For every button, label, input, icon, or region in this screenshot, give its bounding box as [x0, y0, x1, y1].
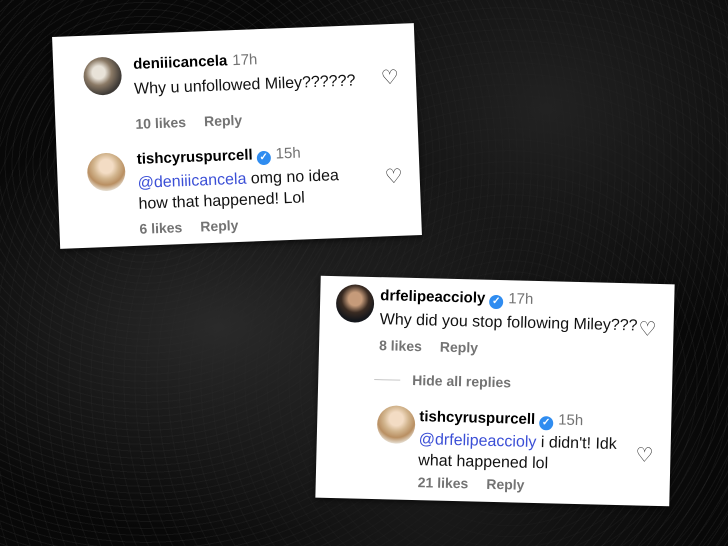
verified-badge-icon: ✓: [538, 416, 554, 431]
likes-count[interactable]: 21 likes: [418, 474, 469, 491]
username[interactable]: tishcyruspurcell ✓ 15h: [136, 145, 301, 170]
comment-meta: 10 likes Reply: [135, 112, 242, 132]
mention-link[interactable]: @drfelipeaccioly: [419, 431, 537, 451]
divider: [374, 379, 401, 381]
avatar[interactable]: [82, 56, 123, 96]
comment-text: Why did you stop following Miley???: [379, 311, 638, 335]
comment-meta: 8 likes Reply: [379, 337, 478, 355]
reply-button[interactable]: Reply: [204, 112, 243, 129]
heart-icon[interactable]: ♡: [637, 318, 657, 340]
likes-count[interactable]: 10 likes: [135, 114, 186, 132]
username[interactable]: drfelipeaccioly ✓ 17h: [380, 287, 534, 310]
reply-text: @deniiicancela omg no idea how that happ…: [137, 167, 340, 213]
reply-button[interactable]: Reply: [486, 476, 525, 493]
avatar[interactable]: [335, 284, 375, 324]
comment-card-1: deniiicancela 17h Why u unfollowed Miley?…: [52, 23, 422, 249]
reply-meta: 21 likes Reply: [418, 474, 525, 493]
heart-icon[interactable]: ♡: [380, 67, 401, 90]
reply-meta: 6 likes Reply: [139, 217, 238, 237]
likes-count[interactable]: 8 likes: [379, 337, 422, 354]
mention-link[interactable]: @deniiicancela: [137, 171, 246, 192]
verified-badge-icon: ✓: [489, 294, 504, 310]
heart-icon[interactable]: ♡: [634, 444, 654, 466]
comment-card-2: drfelipeaccioly ✓ 17h Why did you stop fol…: [315, 275, 675, 507]
timestamp: 15h: [557, 411, 584, 430]
reply-button[interactable]: Reply: [200, 217, 239, 234]
hide-replies-toggle[interactable]: Hide all replies: [374, 371, 511, 390]
timestamp: 17h: [508, 290, 534, 308]
comment-text: Why u unfollowed Miley??????: [133, 72, 356, 98]
avatar[interactable]: [86, 152, 127, 192]
timestamp: 17h: [231, 51, 258, 70]
likes-count[interactable]: 6 likes: [139, 219, 182, 237]
reply-button[interactable]: Reply: [440, 339, 479, 356]
reply-text: @drfelipeaccioly i didn't! Idk what happ…: [418, 431, 617, 473]
heart-icon[interactable]: ♡: [383, 166, 404, 189]
username[interactable]: deniiicancela 17h: [133, 51, 258, 73]
verified-badge-icon: ✓: [256, 150, 272, 166]
timestamp: 15h: [275, 144, 301, 163]
avatar[interactable]: [376, 405, 416, 445]
username[interactable]: tishcyruspurcell ✓ 15h: [419, 408, 583, 431]
